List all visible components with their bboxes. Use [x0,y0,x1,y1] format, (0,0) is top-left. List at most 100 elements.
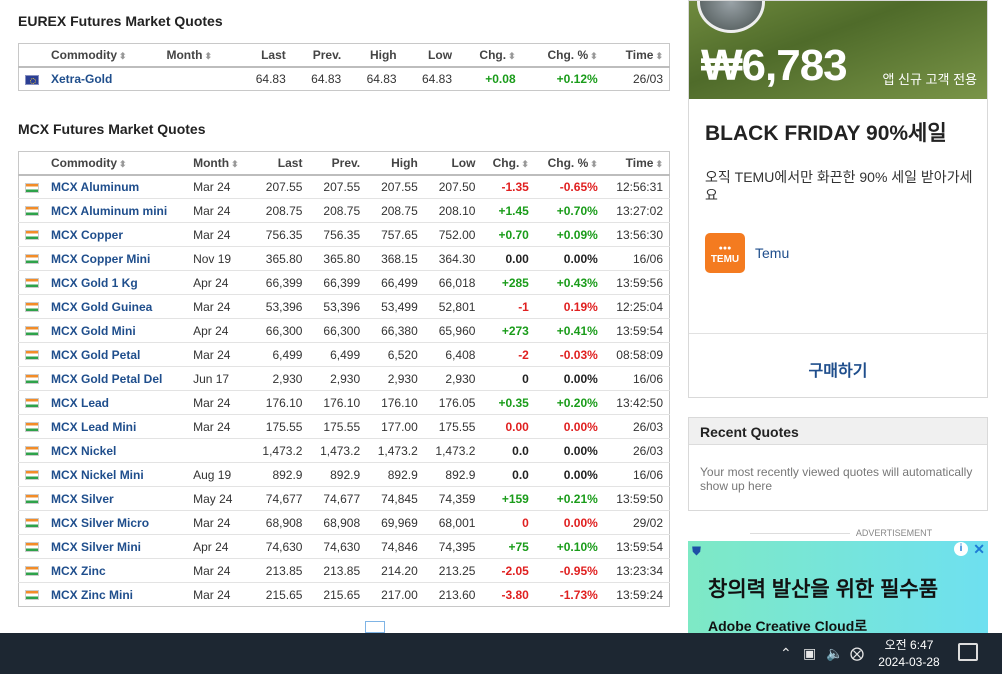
commodity-link[interactable]: MCX Copper [45,222,188,247]
table-row[interactable]: MCX Silver Micro Mar 24 68,908 68,908 69,969… [18,510,670,535]
flag-cell [18,534,45,559]
commodity-link[interactable]: MCX Gold Petal [45,342,188,367]
clock-time: 오전 6:47 [884,638,934,652]
commodity-link[interactable]: MCX Gold Mini [45,318,188,343]
column-header-low[interactable]: Low [423,151,482,176]
commodity-link[interactable]: MCX Gold 1 Kg [45,270,188,295]
volume-icon[interactable]: 🔈 [826,645,843,662]
table-row[interactable]: MCX Copper Mini Nov 19 365.80 365.80 368.15 3… [18,246,670,271]
column-header-prev[interactable]: Prev. [291,43,348,68]
column-header-chg[interactable]: Chg. ⬍ [458,43,522,68]
column-header-time[interactable]: Time ⬍ [603,151,670,176]
adobe-ad-banner[interactable]: ⛊ i ✕ 창의력 발산을 위한 필수품 Adobe Creative Clou… [688,541,988,633]
column-header-chg[interactable]: Chg. ⬍ [481,151,535,176]
column-header-last[interactable]: Last [250,151,309,176]
table-row[interactable]: MCX Zinc Mar 24 213.85 213.85 214.20 213.25 -2… [18,558,670,583]
commodity-link[interactable]: MCX Nickel Mini [45,462,188,487]
cell-time: 12:25:04 [603,294,670,319]
commodity-link[interactable]: MCX Gold Guinea [45,294,188,319]
column-header-month[interactable]: Month ⬍ [160,43,237,68]
table-row[interactable]: MCX Gold Mini Apr 24 66,300 66,300 66,380 65,… [18,318,670,343]
column-header-label: High [391,155,418,170]
commodity-link[interactable]: MCX Aluminum mini [45,198,188,223]
sort-icon[interactable]: ⬍ [655,159,663,169]
column-header-label: Commodity [51,47,117,62]
commodity-link[interactable]: MCX Zinc Mini [45,583,187,607]
commodity-link[interactable]: MCX Lead [45,390,188,415]
table-row[interactable]: MCX Copper Mar 24 756.35 756.35 757.65 752.00… [18,222,670,247]
commodity-link[interactable]: MCX Lead Mini [45,414,188,439]
column-header-low[interactable]: Low [402,43,459,68]
table-row[interactable]: MCX Lead Mini Mar 24 175.55 175.55 177.00 175… [18,414,670,439]
table-row[interactable]: MCX Silver Mini Apr 24 74,630 74,630 74,846 7… [18,534,670,559]
commodity-link[interactable]: Xetra-Gold [45,67,160,91]
column-header-chgpct[interactable]: Chg. % ⬍ [534,151,604,176]
ad-price-note: 앱 신규 고객 전용 [882,72,977,87]
clock-date: 2024-03-28 [878,655,940,669]
cell-month: May 24 [187,486,251,511]
cell-low: 52,801 [423,294,482,319]
chevron-up-icon[interactable]: ⌃ [780,645,792,662]
column-header-label: Low [428,47,453,62]
column-header-name[interactable]: Commodity ⬍ [45,43,161,68]
commodity-link[interactable]: MCX Nickel [45,438,188,463]
table-row[interactable]: MCX Gold Petal Mar 24 6,499 6,499 6,520 6,408… [18,342,670,367]
sort-icon[interactable]: ⬍ [231,159,239,169]
table-row[interactable]: Xetra-Gold 64.83 64.83 64.83 64.83 +0.08 +0.12… [19,67,670,91]
table-row[interactable]: MCX Lead Mar 24 176.10 176.10 176.10 176.05 +0… [18,390,670,415]
table-row[interactable]: MCX Aluminum mini Mar 24 208.75 208.75 208.7… [18,198,670,223]
commodity-link[interactable]: MCX Copper Mini [45,246,188,271]
column-header-label: Low [451,155,476,170]
buy-now-button[interactable]: 구매하기 [689,357,987,381]
table-row[interactable]: MCX Nickel Mini Aug 19 892.9 892.9 892.9 892.… [18,462,670,487]
ad-close-icon[interactable]: ✕ [973,541,985,558]
cell-chg: +0.35 [481,390,535,415]
sort-icon[interactable]: ⬍ [119,159,127,169]
sort-icon[interactable]: ⬍ [590,159,598,169]
column-header-time[interactable]: Time ⬍ [603,43,670,68]
table-row[interactable]: MCX Gold Petal Del Jun 17 2,930 2,930 2,930 2… [18,366,670,391]
table-row[interactable]: MCX Gold Guinea Mar 24 53,396 53,396 53,499 5… [18,294,670,319]
commodity-link[interactable]: MCX Silver Micro [45,510,188,535]
column-header-last[interactable]: Last [236,43,292,68]
temu-logo-icon[interactable]: ●●● TEMU [705,233,745,273]
sort-icon[interactable]: ⬍ [119,51,127,61]
taskbar-clock[interactable]: 오전 6:47 2024-03-28 [870,637,948,671]
scroll-to-top-handle[interactable] [365,621,385,633]
table-row[interactable]: MCX Aluminum Mar 24 207.55 207.55 207.55 207.… [18,174,670,199]
close-circle-icon[interactable]: ⨂ [850,645,864,662]
table-row[interactable]: MCX Nickel 1,473.2 1,473.2 1,473.2 1,473.2 0.… [18,438,670,463]
cell-last: 176.10 [250,390,309,415]
sort-icon[interactable]: ⬍ [508,51,516,61]
table-row[interactable]: MCX Gold 1 Kg Apr 24 66,399 66,399 66,499 66,… [18,270,670,295]
column-header-high[interactable]: High [366,151,424,176]
sort-icon[interactable]: ⬍ [655,51,663,61]
ad-product-image [697,1,765,33]
ad-brand-link[interactable]: Temu [755,245,789,261]
ad-hero-image[interactable]: ₩6,783 앱 신규 고객 전용 [689,1,987,99]
ad-info-icon[interactable]: i [954,542,968,556]
column-header-name[interactable]: Commodity ⬍ [45,151,188,176]
table-row[interactable]: MCX Zinc Mini Mar 24 215.65 215.65 217.00 213… [19,583,670,607]
column-header-chgpct[interactable]: Chg. % ⬍ [521,43,604,68]
column-header-month[interactable]: Month ⬍ [187,151,251,176]
ad-headline[interactable]: BLACK FRIDAY 90%세일 [705,117,947,147]
cell-prev: 207.55 [308,174,367,199]
notification-icon[interactable] [958,643,978,661]
commodity-link[interactable]: MCX Silver [45,486,188,511]
sort-icon[interactable]: ⬍ [590,51,598,61]
temu-ad-card[interactable]: ₩6,783 앱 신규 고객 전용 BLACK FRIDAY 90%세일 오직 … [688,0,988,398]
table-row[interactable]: MCX Silver May 24 74,677 74,677 74,845 74,359… [18,486,670,511]
network-icon[interactable]: ▣ [803,645,816,662]
column-header-prev[interactable]: Prev. [308,151,367,176]
column-header-high[interactable]: High [347,43,403,68]
cell-high: 1,473.2 [366,438,424,463]
commodity-link[interactable]: MCX Aluminum [45,174,188,199]
sort-icon[interactable]: ⬍ [521,159,529,169]
commodity-link[interactable]: MCX Zinc [45,558,188,583]
sort-icon[interactable]: ⬍ [204,51,212,61]
cell-chgpct: +0.10% [534,534,604,559]
commodity-link[interactable]: MCX Gold Petal Del [45,366,188,391]
cell-high: 66,380 [366,318,424,343]
commodity-link[interactable]: MCX Silver Mini [45,534,188,559]
